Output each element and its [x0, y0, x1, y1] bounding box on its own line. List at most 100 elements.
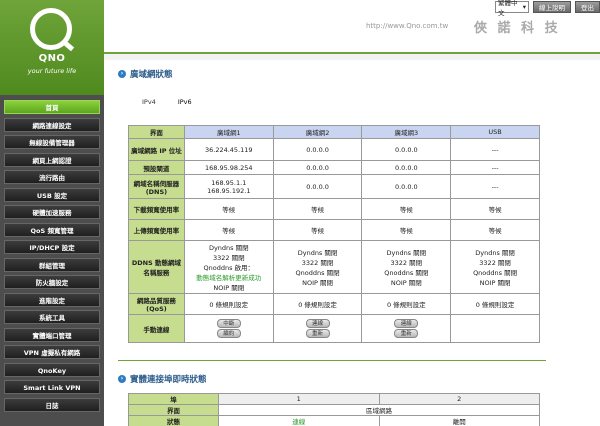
nav-item-routing[interactable]: 流行路由: [4, 170, 100, 184]
arrow-bullet-icon: ›: [118, 70, 126, 78]
table-row: 預設閘道 168.95.98.254 0.0.0.0 0.0.0.0 ---: [128, 160, 540, 175]
row-label: 狀態: [128, 415, 219, 426]
row-label: DDNS 動態網域名稱服務: [128, 240, 185, 294]
table-cell: 等候: [450, 198, 540, 220]
table-row: 手動連線 中斷 續約 連線 重新 連線 重新: [128, 314, 540, 343]
wan1-renew-button[interactable]: 續約: [216, 329, 241, 338]
wan3-reconnect-button[interactable]: 重新: [394, 329, 419, 338]
table-cell: Dyndns 關閉 3322 關閉 Qnoddns 關閉 NOIP 關閉: [361, 240, 452, 294]
row-label: 下載頻寬使用率: [128, 198, 185, 220]
table-cell: 離開: [378, 415, 540, 426]
nav-item-ip-dhcp[interactable]: IP/DHCP 設定: [4, 240, 100, 254]
table-cell: 0.0.0.0: [361, 160, 452, 175]
table-row: 埠 1 2: [128, 393, 540, 405]
table-cell: Dyndns 關閉 3322 關閉 Qnoddns 啟用： 動態域名解析更新成功…: [183, 240, 274, 294]
table-cell: 0.0.0.0: [272, 174, 363, 199]
table-row: 網路品質服務(QoS) 0 條規則設定 0 條規則設定 0 條規則設定 0 條規…: [128, 293, 540, 315]
row-label: 廣域網路 IP 位址: [128, 138, 185, 161]
logo-tagline: your future life: [27, 67, 77, 75]
ddns-status: 動態域名解析更新成功: [196, 274, 262, 282]
nav-item-web-auth[interactable]: 網頁上網認證: [4, 152, 100, 167]
nav-item-qnokey[interactable]: QnoKey: [4, 362, 100, 377]
table-cell: Dyndns 關閉 3322 關閉 Qnoddns 關閉 NOIP 關閉: [272, 240, 363, 294]
port-status-table: 埠 1 2 界面 區域網路 狀態 連線 離開: [128, 393, 540, 426]
column-header: 廣域網2: [272, 125, 363, 139]
row-label: 界面: [128, 404, 219, 416]
table-cell: 等候: [183, 198, 274, 220]
table-row: 界面 區域網路: [128, 404, 540, 416]
column-header: 廣域網1: [183, 125, 274, 139]
table-cell: 168.95.1.1 168.95.192.1: [183, 174, 274, 199]
table-cell: ---: [450, 174, 540, 199]
column-header: USB: [450, 125, 540, 139]
table-cell: 0.0.0.0: [361, 138, 452, 161]
nav-item-qos[interactable]: QoS 頻寬管理: [4, 222, 100, 237]
row-label: 埠: [128, 393, 219, 405]
table-cell: 等候: [183, 219, 274, 241]
tab-ipv4[interactable]: IPv4: [142, 98, 156, 106]
table-cell: Dyndns 關閉 3322 關閉 Qnoddns 關閉 NOIP 關閉: [450, 240, 540, 294]
nav-item-firewall[interactable]: 防火牆設定: [4, 275, 100, 289]
table-cell: ---: [450, 160, 540, 175]
table-cell: 0 條規則設定: [272, 293, 363, 315]
table-row: 上傳頻寬使用率 等候 等候 等候 等候: [128, 219, 540, 241]
column-header: 廣域網3: [361, 125, 452, 139]
language-select[interactable]: 繁體中文 ▾: [495, 0, 529, 17]
tab-ipv6[interactable]: IPv6: [178, 98, 192, 106]
ddns-line: Dyndns 關閉: [208, 244, 249, 252]
wan-status-table: 界面 廣域網1 廣域網2 廣域網3 USB 廣域網路 IP 位址 36.224.…: [128, 125, 540, 343]
nav-item-network[interactable]: 網路連線設定: [4, 117, 100, 132]
table-cell: 連線 重新: [361, 314, 452, 343]
row-label: 上傳頻寬使用率: [128, 219, 185, 241]
table-cell: [450, 314, 540, 343]
nav-item-hw-accel[interactable]: 硬體加速服務: [4, 205, 100, 219]
header: 繁體中文 ▾ 線上說明 登出 http://www.Qno.com.tw 俠 諾…: [104, 0, 600, 52]
nav-item-advanced[interactable]: 進階設定: [4, 292, 100, 307]
table-cell: 0 條規則設定: [450, 293, 540, 315]
row-label: 預設閘道: [128, 160, 185, 175]
arrow-bullet-icon: ›: [118, 375, 126, 383]
wan2-connect-button[interactable]: 連線: [305, 319, 330, 328]
table-cell: 區域網路: [218, 404, 540, 416]
ddns-line: NOIP 關閉: [213, 284, 245, 292]
nav-item-smart-link-vpn[interactable]: Smart Link VPN: [4, 380, 100, 394]
help-button[interactable]: 線上說明: [533, 0, 571, 13]
table-cell: 等候: [272, 219, 363, 241]
nav-item-group[interactable]: 群組管理: [4, 257, 100, 272]
ip-tabs: IPv4 IPv6: [142, 98, 192, 106]
wan-section-title-text: 廣域網狀態: [130, 70, 173, 80]
section-divider: [118, 360, 546, 361]
table-cell: 等候: [272, 198, 363, 220]
ddns-line: 3322 關閉: [212, 254, 245, 262]
row-label: 手動連線: [128, 314, 185, 343]
table-cell: 0.0.0.0: [272, 138, 363, 161]
table-row: 下載頻寬使用率 等候 等候 等候 等候: [128, 198, 540, 220]
wan3-connect-button[interactable]: 連線: [394, 319, 419, 328]
table-cell: 1: [218, 393, 380, 405]
nav-item-port-mgmt[interactable]: 實體端口管理: [4, 327, 100, 342]
sidebar: QNO your future life 首頁 網路連線設定 無線設備管理器 網…: [0, 0, 104, 426]
table-row: 網域名稱伺服器(DNS) 168.95.1.1 168.95.192.1 0.0…: [128, 174, 540, 199]
nav-item-usb[interactable]: USB 設定: [4, 187, 100, 202]
wan-section-title: › 廣域網狀態: [118, 68, 173, 80]
wan2-reconnect-button[interactable]: 重新: [305, 329, 330, 338]
table-cell: 2: [378, 393, 540, 405]
nav-item-system-tools[interactable]: 系統工具: [4, 310, 100, 324]
table-cell: 連線: [218, 415, 380, 426]
nav-item-home[interactable]: 首頁: [4, 100, 100, 114]
table-cell: 36.224.45.119: [183, 138, 274, 161]
table-cell: 等候: [361, 198, 452, 220]
wan1-disconnect-button[interactable]: 中斷: [216, 319, 241, 328]
main-content: › 廣域網狀態 IPv4 IPv6 界面 廣域網1 廣域網2 廣域網3 USB …: [104, 60, 600, 426]
nav-item-wireless[interactable]: 無線設備管理器: [4, 135, 100, 149]
nav-item-vpn[interactable]: VPN 虛擬私有網路: [4, 345, 100, 359]
table-cell: 0.0.0.0: [272, 160, 363, 175]
nav-item-log[interactable]: 日誌: [4, 397, 100, 412]
logo-area: QNO your future life: [0, 0, 104, 95]
table-cell: 0 條規則設定: [361, 293, 452, 315]
site-url: http://www.Qno.com.tw: [366, 22, 449, 30]
logout-button[interactable]: 登出: [575, 0, 600, 13]
table-cell: 0 條規則設定: [183, 293, 274, 315]
table-row: DDNS 動態網域名稱服務 Dyndns 關閉 3322 關閉 Qnoddns …: [128, 240, 540, 294]
logo-icon: [30, 8, 72, 50]
